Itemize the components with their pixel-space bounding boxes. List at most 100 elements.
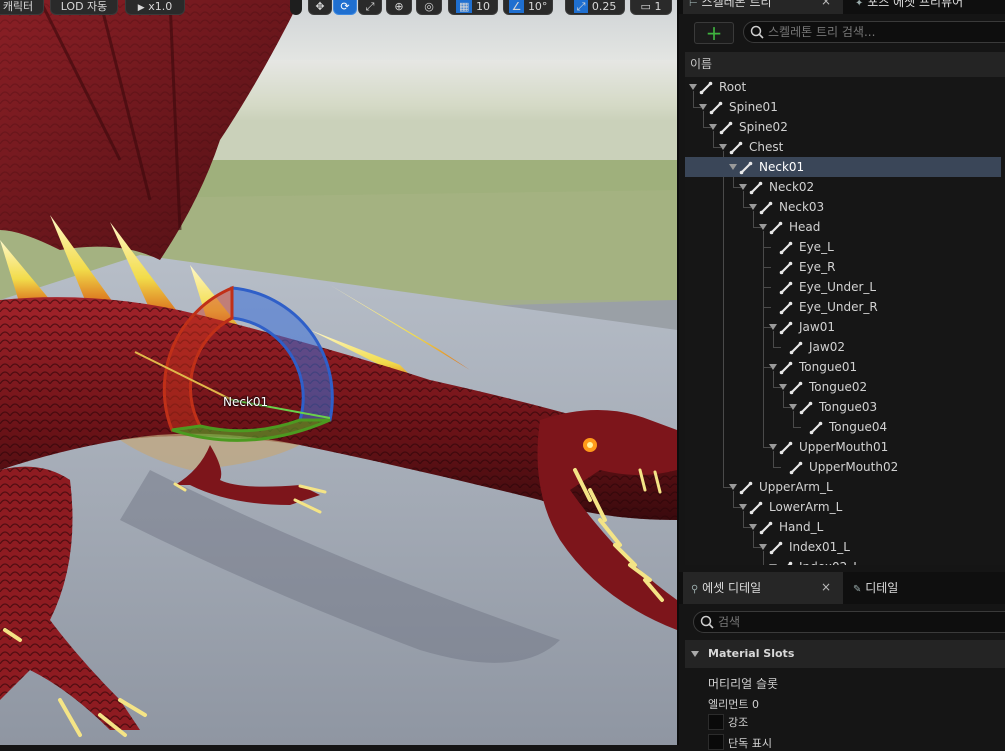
- tree-row[interactable]: UpperArm_L: [685, 477, 1005, 497]
- expand-arrow-icon[interactable]: [769, 564, 777, 565]
- tree-row[interactable]: Eye_Under_L: [685, 277, 1005, 297]
- bone-name: Eye_Under_R: [799, 300, 878, 314]
- expand-arrow-icon[interactable]: [789, 404, 797, 410]
- camera-speed-value: 1: [654, 0, 662, 13]
- tree-row[interactable]: Tongue01: [685, 357, 1005, 377]
- lod-label: LOD 자동: [60, 0, 108, 13]
- translate-icon: ✥: [315, 0, 325, 13]
- bone-icon: [779, 260, 793, 275]
- tree-row[interactable]: Eye_L: [685, 237, 1005, 257]
- skeleton-search[interactable]: [743, 21, 1005, 43]
- tree-row[interactable]: Tongue02: [685, 377, 1005, 397]
- expand-arrow-icon[interactable]: [739, 504, 747, 510]
- bone-icon: [759, 520, 773, 535]
- tree-row[interactable]: Neck01: [685, 157, 1005, 177]
- tree-row[interactable]: Tongue04: [685, 417, 1005, 437]
- surface-snap-button[interactable]: ◎: [416, 0, 442, 15]
- rotate-button[interactable]: ⟳: [333, 0, 357, 15]
- expand-arrow-icon[interactable]: [749, 524, 757, 530]
- details-pencil-icon: ✎: [853, 584, 862, 595]
- expand-arrow-icon[interactable]: [699, 104, 707, 110]
- expand-arrow-icon[interactable]: [759, 544, 767, 550]
- bone-name: Neck01: [759, 160, 805, 174]
- tree-row[interactable]: Hand_L: [685, 517, 1005, 537]
- translate-button[interactable]: ✥: [308, 0, 332, 15]
- expand-arrow-icon[interactable]: [749, 204, 757, 210]
- skeleton-tree[interactable]: Root Spine01 Spine02 Chest Neck01 Neck02 Neck0…: [685, 77, 1005, 565]
- bone-name: Eye_Under_L: [799, 280, 877, 294]
- bone-name: Neck02: [769, 180, 815, 194]
- expand-arrow-icon[interactable]: [689, 84, 697, 90]
- tree-row[interactable]: Tongue03: [685, 397, 1005, 417]
- details-search-input[interactable]: [718, 613, 938, 631]
- scale-button[interactable]: ⤢: [358, 0, 382, 15]
- tab-skeleton-tree[interactable]: ⊢ 스켈레톤 트리: [683, 0, 843, 14]
- scale-icon: ⤢: [365, 0, 375, 13]
- tree-row[interactable]: Neck02: [685, 177, 1005, 197]
- details-tab-bar: ⚲ 에셋 디테일 × ✎ 디테일: [679, 572, 1005, 604]
- tree-row[interactable]: Eye_Under_R: [685, 297, 1005, 317]
- tab-pose-asset-previewer[interactable]: ✦ 포즈 에셋 프리뷰어: [849, 0, 1005, 14]
- bone-icon: [789, 380, 803, 395]
- bone-icon: [799, 400, 813, 415]
- expand-arrow-icon[interactable]: [729, 164, 737, 170]
- material-slots-section-header[interactable]: Material Slots: [685, 640, 1005, 668]
- transform-arrow-button[interactable]: [290, 0, 302, 15]
- play-icon: ▶: [137, 3, 145, 13]
- character-button[interactable]: 캐릭터: [0, 0, 44, 15]
- expand-arrow-icon[interactable]: [769, 444, 777, 450]
- add-bone-button[interactable]: +: [694, 22, 734, 44]
- expand-arrow-icon[interactable]: [759, 224, 767, 230]
- bone-name: Chest: [749, 140, 784, 154]
- tree-row[interactable]: Chest: [685, 137, 1005, 157]
- isolate-checkbox[interactable]: [708, 734, 724, 750]
- tree-row[interactable]: Neck03: [685, 197, 1005, 217]
- coordinate-space-button[interactable]: ⊕: [386, 0, 412, 15]
- scale-snap-button[interactable]: ⤢ 0.25: [565, 0, 625, 15]
- details-tab-close-icon[interactable]: ×: [821, 580, 831, 594]
- expand-arrow-icon[interactable]: [779, 384, 787, 390]
- tree-row[interactable]: Index01_L: [685, 537, 1005, 557]
- tree-row[interactable]: Spine01: [685, 97, 1005, 117]
- angle-snap-button[interactable]: ∠ 10°: [503, 0, 553, 15]
- details-search[interactable]: [693, 611, 1005, 633]
- tree-row[interactable]: Index02_L: [685, 557, 1005, 565]
- viewport-scene: [0, 0, 677, 745]
- camera-speed-button[interactable]: ▭ 1: [630, 0, 672, 15]
- tree-row[interactable]: Jaw01: [685, 317, 1005, 337]
- tab-details[interactable]: ✎ 디테일: [847, 572, 997, 604]
- tree-row[interactable]: Root: [685, 77, 1005, 97]
- tree-row[interactable]: UpperMouth02: [685, 457, 1005, 477]
- expand-arrow-icon[interactable]: [709, 124, 717, 130]
- play-speed-button[interactable]: ▶ x1.0: [125, 0, 185, 15]
- tab-asset-details[interactable]: ⚲ 에셋 디테일: [683, 572, 843, 604]
- expand-arrow-icon[interactable]: [719, 144, 727, 150]
- lod-button[interactable]: LOD 자동: [50, 0, 118, 15]
- expand-arrow-icon[interactable]: [769, 364, 777, 370]
- bone-name: Index02_L: [799, 560, 860, 565]
- bone-icon: [779, 280, 793, 295]
- element-0-label: 엘리먼트 0: [708, 698, 759, 711]
- isolate-label: 단독 표시: [728, 737, 772, 750]
- bone-name: Spine02: [739, 120, 788, 134]
- bone-name: Spine01: [729, 100, 778, 114]
- bone-icon: [739, 160, 753, 175]
- tree-row[interactable]: Eye_R: [685, 257, 1005, 277]
- skeleton-tab-close-icon[interactable]: ×: [821, 0, 831, 8]
- tree-row[interactable]: Jaw02: [685, 337, 1005, 357]
- tree-row[interactable]: UpperMouth01: [685, 437, 1005, 457]
- bone-name: Jaw01: [799, 320, 835, 334]
- highlight-checkbox[interactable]: [708, 714, 724, 730]
- grid-snap-button[interactable]: ▦ 10: [448, 0, 498, 15]
- expand-arrow-icon[interactable]: [729, 484, 737, 490]
- expand-arrow-icon[interactable]: [739, 184, 747, 190]
- tree-row[interactable]: Head: [685, 217, 1005, 237]
- tree-row[interactable]: Spine02: [685, 117, 1005, 137]
- tree-row[interactable]: LowerArm_L: [685, 497, 1005, 517]
- expand-arrow-icon[interactable]: [769, 324, 777, 330]
- viewport[interactable]: 캐릭터 LOD 자동 ▶ x1.0 ✥ ⟳ ⤢ ⊕ ◎ ▦ 10 ∠ 10° ⤢…: [0, 0, 677, 745]
- skeleton-search-input[interactable]: [768, 23, 988, 41]
- search-icon: [750, 25, 764, 39]
- tree-scrollbar[interactable]: [1001, 77, 1005, 565]
- bone-icon: [779, 320, 793, 335]
